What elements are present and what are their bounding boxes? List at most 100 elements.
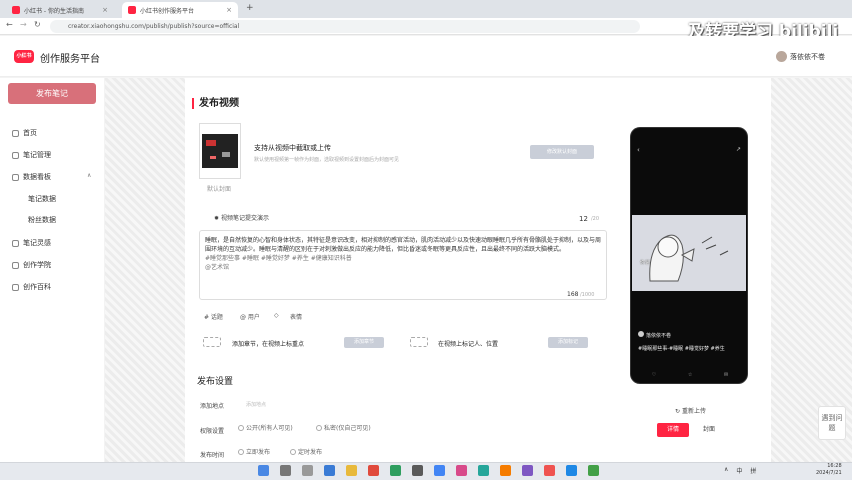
sidebar-item-note-data[interactable]: 笔记数据 [28,194,56,204]
location-input[interactable]: 添加地点 [246,400,346,410]
sidebar-item-label: 笔记数据 [28,195,56,203]
topic-button[interactable]: # 话题 [204,312,223,321]
sidebar-item-note-inspiration[interactable]: 笔记灵感 [12,238,51,248]
sidebar-item-note-management[interactable]: 笔记管理 [12,150,51,160]
app-icon[interactable] [500,465,511,476]
add-tag-button[interactable]: 添加标记 [548,337,588,348]
browser-tab-2[interactable]: 小红书创作服务平台 × [122,2,238,18]
refresh-icon: ↻ [675,408,681,415]
upload-hint: 默认使用视频第一帧作为封面，选取视频到设置封面后为封面可见 [254,157,400,163]
app-icon[interactable] [566,465,577,476]
app-icon[interactable] [522,465,533,476]
clock-date: 2024/7/21 [816,470,842,476]
publish-note-button[interactable]: 发布笔记 [8,83,96,104]
topic-tags: #睡觉那些事 #睡眠 #睡觉好梦 #养生 #健康知识科普 [205,255,352,262]
avatar [776,51,787,62]
system-clock[interactable]: 16:28 2024/7/21 [816,463,842,477]
publish-scheduled-radio[interactable]: 定时发布 [290,447,322,456]
browser-tab-1[interactable]: 小红书 - 你的生活指南 × [6,2,114,18]
app-icon[interactable] [368,465,379,476]
upload-title: 支持从视频中截取或上传 [254,144,331,152]
new-tab-icon[interactable]: + [246,3,254,13]
reload-icon[interactable]: ↻ [34,20,41,29]
xiaohongshu-favicon-icon [128,6,136,14]
chapter-icon [203,337,221,347]
tray-expand-icon[interactable]: ∧ [724,466,728,475]
chevron-up-icon[interactable]: ∧ [87,172,91,179]
ime-mode-indicator[interactable]: 拼 [750,466,756,475]
cover-label: 默认封面 [207,186,232,193]
note-icon [12,151,19,159]
add-chapter-button[interactable]: 添加章节 [344,337,384,348]
sidebar-item-fan-data[interactable]: 粉丝数据 [28,215,56,225]
radio-icon [316,424,322,431]
app-icon[interactable] [390,465,401,476]
demo-link-label: 视频笔记提交演示 [220,215,269,222]
app-icon[interactable] [544,465,555,476]
start-icon[interactable] [258,465,269,476]
user-menu[interactable]: 落依依不卷 [776,51,825,62]
avatar [638,331,644,337]
preview-video-frame [632,215,746,291]
url-field[interactable]: creator.xiaohongshu.com/publish/publish?… [50,20,640,33]
search-icon[interactable] [280,465,291,476]
title-char-count: 12 [579,215,588,223]
sidebar-item-label: 首页 [23,129,37,137]
background-pattern [771,78,852,462]
folder-icon[interactable] [346,465,357,476]
location-label: 添加地点 [200,403,225,410]
description-textarea[interactable]: 睡眠，是自然恢复的心智和身体状态，其特征是意识改变，相对抑制的感官活动，肌肉活动… [199,230,607,300]
radio-label: 定时发布 [298,449,323,456]
description-text: 睡眠，是自然恢复的心智和身体状态，其特征是意识改变，相对抑制的感官活动，肌肉活动… [205,237,602,253]
tab-detail[interactable]: 详情 [657,423,689,437]
mention-tag: @艺术馆 [205,264,230,271]
description-char-max: /1000 [580,292,595,298]
radio-label: 立即发布 [246,449,271,456]
chart-icon [12,173,19,181]
cover-image [202,134,238,168]
app-icon[interactable] [588,465,599,476]
input-method-indicator[interactable]: 中 [736,466,742,475]
close-icon[interactable]: × [226,6,232,14]
help-button[interactable]: 遇到问题 [818,406,846,440]
mention-button[interactable]: @ 用户 [240,312,260,321]
brand-title: 创作服务平台 [40,54,100,65]
close-icon[interactable]: × [102,6,108,14]
comment-icon: ✉ [723,372,729,378]
app-icon[interactable] [412,465,423,476]
app-icon[interactable] [456,465,467,476]
radio-icon [238,448,244,455]
edge-icon[interactable] [324,465,335,476]
book-icon [12,283,19,291]
bulb-icon: ✹ [214,215,221,222]
emoji-icon[interactable]: ◇ [274,312,279,319]
sidebar-item-creator-wiki[interactable]: 创作百科 [12,282,51,292]
permission-public-radio[interactable]: 公开(所有人可见) [238,423,293,432]
sidebar-item-label: 笔记灵感 [23,239,51,247]
sidebar-item-home[interactable]: 首页 [12,128,37,138]
permission-private-radio[interactable]: 私密(仅自己可见) [316,423,371,432]
emoji-button[interactable]: 表情 [290,312,302,321]
demo-link[interactable]: ✹ 视频笔记提交演示 [214,213,269,222]
back-icon: ‹ [637,146,640,154]
sidebar-item-creator-academy[interactable]: 创作学院 [12,260,51,270]
task-view-icon[interactable] [302,465,313,476]
back-icon[interactable]: ← [6,20,13,29]
sidebar-item-data-dashboard[interactable]: 数据看板 [12,172,51,182]
tab-cover[interactable]: 封面 [693,423,725,437]
logo[interactable]: 小红书 [14,50,34,63]
radio-label: 私密(仅自己可见) [324,425,371,432]
app-icon[interactable] [478,465,489,476]
browser-tab-bar: 小红书 - 你的生活指南 × 小红书创作服务平台 × + [0,0,852,18]
publish-now-radio[interactable]: 立即发布 [238,447,270,456]
forward-icon[interactable]: → [20,20,27,29]
url-text: creator.xiaohongshu.com/publish/publish?… [68,23,240,30]
academy-icon [12,261,19,269]
edit-cover-button[interactable]: 修改默认封面 [530,145,594,159]
radio-icon [290,448,296,455]
share-icon: ↗ [736,146,742,153]
reupload-link[interactable]: ↻ 重新上传 [675,406,706,415]
chrome-icon[interactable] [434,465,445,476]
like-icon: ♡ [651,372,657,378]
home-icon [12,129,19,137]
